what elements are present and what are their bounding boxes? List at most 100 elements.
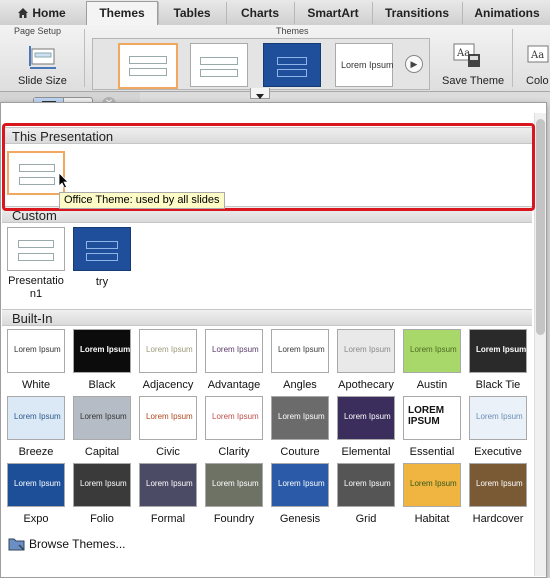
gallery-scrollbar-thumb[interactable] xyxy=(536,119,545,335)
theme-civic-label: Civic xyxy=(156,446,180,458)
theme-hardcover-label: Hardcover xyxy=(472,513,524,525)
themes-group-title: Themes xyxy=(276,26,309,36)
theme-preview-text: Lorem Ipsum xyxy=(212,345,259,354)
theme-breeze[interactable]: Lorem Ipsum xyxy=(7,396,65,440)
tab-home[interactable]: Home xyxy=(0,2,84,24)
colors-label: Colo xyxy=(526,75,549,87)
theme-tooltip: Office Theme: used by all slides xyxy=(59,192,225,209)
slide-size-label: Slide Size xyxy=(18,75,67,87)
theme-preview-text: Lorem Ipsum xyxy=(410,345,457,354)
theme-preview-text: Lorem Ipsum xyxy=(212,479,259,488)
theme-folio-label: Folio xyxy=(90,513,114,525)
theme-preview-text: Lorem Ipsum xyxy=(80,479,127,488)
theme-couture[interactable]: Lorem Ipsum xyxy=(271,396,329,440)
tab-smartart[interactable]: SmartArt xyxy=(294,2,371,24)
theme-hardcover[interactable]: Lorem Ipsum xyxy=(469,463,527,507)
theme-try-label: try xyxy=(95,276,109,288)
theme-folio[interactable]: Lorem Ipsum xyxy=(73,463,131,507)
theme-preview-text: Lorem Ipsum xyxy=(278,412,325,421)
save-theme-label: Save Theme xyxy=(442,75,505,87)
theme-preview-text: Lorem Ipsum xyxy=(14,479,61,488)
theme-expo[interactable]: Lorem Ipsum xyxy=(7,463,65,507)
theme-preview-text: Lorem Ipsum xyxy=(14,345,61,354)
theme-try[interactable] xyxy=(73,227,131,271)
tab-transitions[interactable]: Transitions xyxy=(372,2,461,24)
tab-home-label: Home xyxy=(32,6,66,20)
section-builtin: Built-In xyxy=(2,309,532,326)
theme-habitat-label: Habitat xyxy=(414,513,450,525)
ribbon-theme-try[interactable] xyxy=(263,43,321,87)
theme-preview-text: Lorem Ipsum xyxy=(146,345,193,354)
theme-preview-text: Lorem Ipsum xyxy=(410,479,457,488)
theme-foundry[interactable]: Lorem Ipsum xyxy=(205,463,263,507)
theme-genesis-label: Genesis xyxy=(279,513,321,525)
theme-advantage[interactable]: Lorem Ipsum xyxy=(205,329,263,373)
chevron-down-icon xyxy=(256,94,264,99)
tab-tables[interactable]: Tables xyxy=(158,2,225,24)
theme-presentation1-label: Presentatio n1 xyxy=(8,275,64,300)
theme-civic[interactable]: Lorem Ipsum xyxy=(139,396,197,440)
theme-executive[interactable]: Lorem Ipsum xyxy=(469,396,527,440)
tab-themes[interactable]: Themes xyxy=(86,1,158,26)
theme-elemental-label: Elemental xyxy=(341,446,391,458)
theme-adjacency[interactable]: Lorem Ipsum xyxy=(139,329,197,373)
theme-white-label: White xyxy=(21,379,51,391)
theme-preview-text: Lorem Ipsum xyxy=(344,412,391,421)
theme-preview-text: LOREM IPSUM xyxy=(408,405,445,427)
theme-black-tie[interactable]: Lorem Ipsum xyxy=(469,329,527,373)
theme-angles-label: Angles xyxy=(283,379,317,391)
theme-preview-text: Lorem Ipsum xyxy=(476,479,523,488)
theme-habitat[interactable]: Lorem Ipsum xyxy=(403,463,461,507)
theme-breeze-label: Breeze xyxy=(18,446,54,458)
theme-grid[interactable]: Lorem Ipsum xyxy=(337,463,395,507)
theme-austin[interactable]: Lorem Ipsum xyxy=(403,329,461,373)
theme-essential-label: Essential xyxy=(409,446,455,458)
gallery-dropdown-arrow[interactable] xyxy=(250,88,270,99)
gallery-next-button[interactable]: ▶ xyxy=(405,55,423,73)
ribbon-theme-office[interactable] xyxy=(118,43,178,89)
gallery-scrollbar[interactable] xyxy=(534,113,546,576)
svg-text:Aa: Aa xyxy=(530,50,544,61)
theme-apothecary[interactable]: Lorem Ipsum xyxy=(337,329,395,373)
ribbon-theme-presentation1[interactable] xyxy=(190,43,248,87)
slide-size-icon xyxy=(29,46,56,69)
theme-couture-label: Couture xyxy=(280,446,320,458)
browse-themes-label: Browse Themes... xyxy=(29,537,126,551)
theme-preview-text: Lorem Ipsum xyxy=(14,412,61,421)
save-theme-button[interactable]: Aa Save Theme xyxy=(440,38,504,88)
theme-elemental[interactable]: Lorem Ipsum xyxy=(337,396,395,440)
theme-white[interactable]: Lorem Ipsum xyxy=(7,329,65,373)
slide-size-button[interactable]: Slide Size xyxy=(12,38,72,88)
theme-black[interactable]: Lorem Ipsum xyxy=(73,329,131,373)
themes-gallery-strip: Lorem Ipsum ▶ xyxy=(92,38,430,90)
ribbon-theme-white[interactable]: Lorem Ipsum xyxy=(335,43,394,87)
theme-essential[interactable]: LOREM IPSUM xyxy=(403,396,461,440)
theme-capital[interactable]: Lorem Ipsum xyxy=(73,396,131,440)
theme-clarity-label: Clarity xyxy=(218,446,250,458)
ribbon-separator xyxy=(84,29,85,87)
tab-animations[interactable]: Animations xyxy=(462,2,550,24)
theme-formal-label: Formal xyxy=(150,513,186,525)
theme-grid-label: Grid xyxy=(355,513,377,525)
theme-black-label: Black xyxy=(88,379,116,391)
colors-button[interactable]: Aa Colo xyxy=(520,38,550,88)
browse-themes-button[interactable]: Browse Themes... xyxy=(2,531,142,557)
theme-clarity[interactable]: Lorem Ipsum xyxy=(205,396,263,440)
theme-angles[interactable]: Lorem Ipsum xyxy=(271,329,329,373)
theme-preview-text: Lorem Ipsum xyxy=(344,479,391,488)
save-theme-icon: Aa xyxy=(453,43,480,67)
ribbon-tab-bar: Home Themes Tables Charts SmartArt Trans… xyxy=(0,0,550,26)
tab-charts[interactable]: Charts xyxy=(226,2,293,24)
ribbon-lorem-label: Lorem Ipsum xyxy=(341,60,394,70)
theme-formal[interactable]: Lorem Ipsum xyxy=(139,463,197,507)
theme-capital-label: Capital xyxy=(84,446,120,458)
theme-preview-text: Lorem Ipsum xyxy=(344,345,391,354)
home-icon xyxy=(18,8,29,18)
theme-presentation1[interactable] xyxy=(7,227,65,271)
theme-preview-text: Lorem Ipsum xyxy=(80,345,131,354)
theme-preview-text: Lorem Ipsum xyxy=(476,345,527,354)
theme-genesis[interactable]: Lorem Ipsum xyxy=(271,463,329,507)
theme-executive-label: Executive xyxy=(474,446,522,458)
folder-icon xyxy=(8,538,25,551)
theme-preview-text: Lorem Ipsum xyxy=(476,412,523,421)
